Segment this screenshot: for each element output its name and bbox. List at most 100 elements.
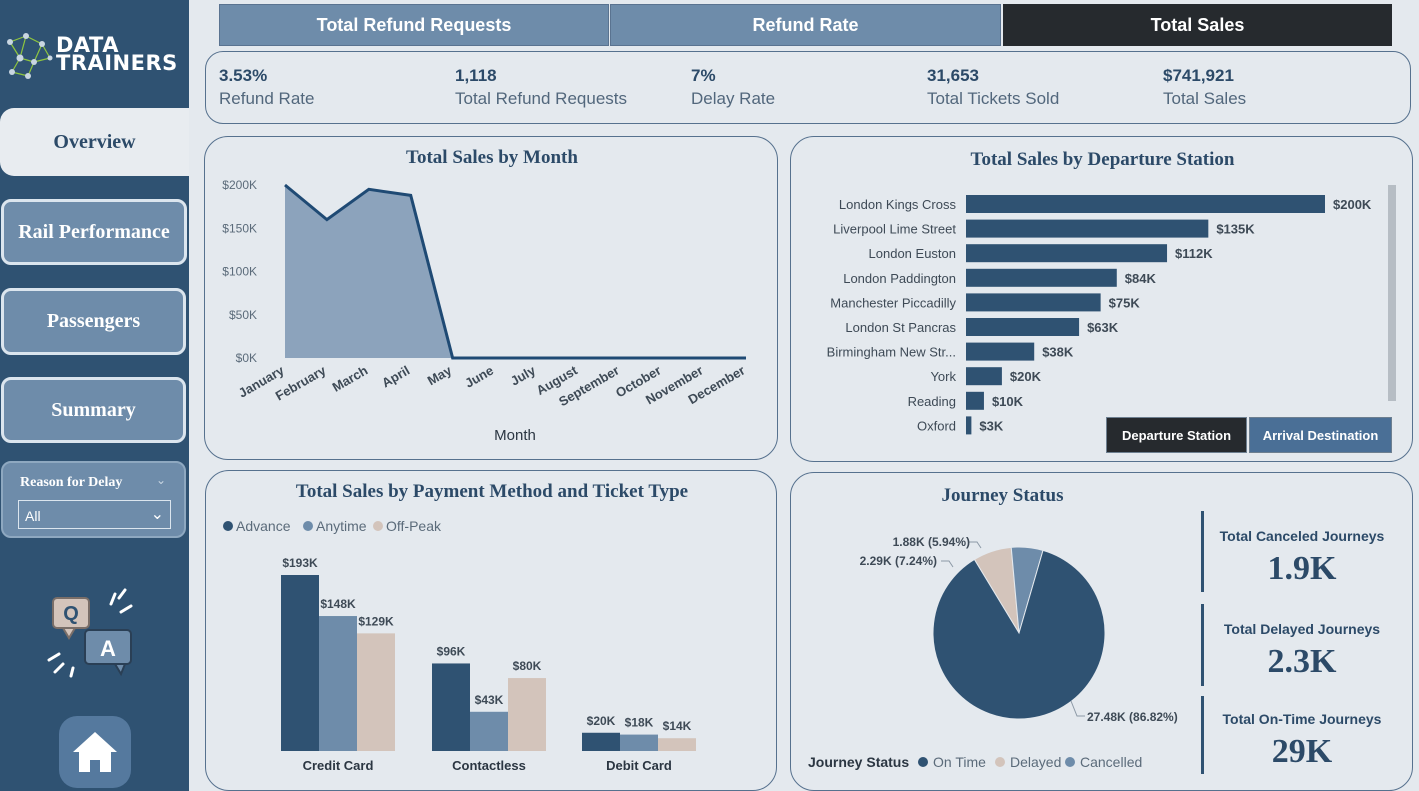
tab-refund-rate[interactable]: Refund Rate [610, 4, 1001, 46]
legend-label: Cancelled [1080, 754, 1142, 770]
data-label: $43K [475, 693, 504, 707]
bar [319, 616, 357, 751]
bar [966, 293, 1101, 312]
data-label: $84K [1125, 271, 1157, 286]
x-tick-label: May [425, 362, 455, 388]
brand-line2: TRAINERS [56, 51, 178, 75]
kpi-value: 7% [691, 66, 716, 85]
card-label: Total Delayed Journeys [1223, 621, 1381, 637]
y-tick-label: $0K [236, 351, 257, 365]
chevron-down-icon[interactable]: ⌄ [156, 473, 166, 487]
nav-passengers-button[interactable]: Passengers [1, 288, 186, 355]
category-label: Liverpool Lime Street [833, 222, 956, 237]
kpi-total-tickets-sold: 31,653 Total Tickets Sold [927, 66, 1059, 109]
legend-title: Journey Status [808, 754, 909, 770]
network-logo-icon [7, 33, 53, 79]
nav-overview-button[interactable]: Overview [0, 108, 189, 176]
bar [357, 633, 395, 751]
data-label: $20K [587, 714, 616, 728]
reason-for-delay-slicer: Reason for Delay ⌄ All ⌄ [1, 461, 186, 538]
bar [966, 416, 972, 435]
kpi-value: 1,118 [455, 66, 497, 85]
sales-by-payment-panel: Total Sales by Payment Method and Ticket… [205, 470, 777, 791]
sales-by-month-panel: Total Sales by Month $0K $50K $100K $150K $2… [204, 136, 778, 460]
category-label: London Euston [869, 246, 956, 261]
data-label: $80K [513, 659, 542, 673]
legend-marker [223, 521, 233, 531]
data-label: $63K [1087, 320, 1119, 335]
card-delayed-journeys: Total Delayed Journeys 2.3K [1202, 621, 1402, 681]
card-ontime-journeys: Total On-Time Journeys 29K [1202, 711, 1402, 771]
category-label: Oxford [917, 418, 956, 433]
category-label: Contactless [452, 758, 526, 773]
data-label: $14K [663, 719, 692, 733]
sales-by-station-chart: London Kings Cross $200K Liverpool Lime St… [827, 195, 1372, 435]
category-label: York [930, 369, 956, 384]
y-tick-label: $150K [222, 221, 257, 235]
home-icon [73, 732, 117, 772]
legend-marker [995, 757, 1005, 767]
legend-label: Delayed [1010, 754, 1061, 770]
slice-label: 27.48K (86.82%) [1087, 710, 1178, 724]
sales-by-station-panel: Total Sales by Departure Station London … [790, 136, 1413, 462]
slice-label: 1.88K (5.94%) [893, 535, 970, 549]
legend-marker [1065, 757, 1075, 767]
tab-total-refund-requests[interactable]: Total Refund Requests [219, 4, 609, 46]
bar [966, 318, 1080, 336]
arrival-destination-toggle[interactable]: Arrival Destination [1249, 417, 1392, 453]
kpi-value: $741,921 [1163, 66, 1234, 85]
data-label: $193K [282, 556, 318, 570]
data-label: $135K [1216, 222, 1255, 237]
leader-line [941, 560, 954, 568]
kpi-delay-rate: 7% Delay Rate [691, 66, 775, 109]
bar [658, 738, 696, 751]
legend-marker [303, 521, 313, 531]
legend-label: Anytime [316, 518, 367, 534]
kpi-label: Total Refund Requests [455, 89, 627, 108]
sales-by-payment-chart: Advance Anytime Off-Peak $193K $148K$129K Cre… [223, 518, 696, 773]
bar [966, 342, 1035, 361]
home-button[interactable] [59, 716, 131, 788]
kpi-total-sales: $741,921 Total Sales [1163, 66, 1246, 109]
bar [508, 678, 546, 751]
legend-label: On Time [933, 754, 986, 770]
x-axis-title: Month [494, 427, 536, 444]
data-label: $18K [625, 716, 654, 730]
sales-by-month-chart: $0K$50K$100K$150K$200KJanuaryFebruary Mar… [222, 178, 747, 444]
category-label: London Kings Cross [839, 197, 957, 212]
nav-rail-performance-button[interactable]: Rail Performance [1, 199, 187, 265]
chart-scrollbar[interactable] [1388, 185, 1396, 401]
kpi-refund-rate: 3.53% Refund Rate [219, 66, 314, 109]
x-tick-label: April [379, 363, 412, 391]
bar [582, 732, 620, 751]
bar [966, 367, 1002, 386]
y-tick-label: $100K [222, 265, 257, 279]
dropdown-value: All [25, 508, 41, 524]
category-label: Debit Card [606, 758, 672, 773]
card-value: 29K [1271, 733, 1333, 770]
data-label: $38K [1042, 345, 1074, 360]
bar [432, 663, 470, 751]
kpi-total-refund-requests: 1,118 Total Refund Requests [455, 66, 627, 109]
category-label: Credit Card [303, 758, 374, 773]
leader-line [1070, 700, 1085, 717]
category-label: Birmingham New Str... [827, 345, 956, 360]
kpi-label: Refund Rate [219, 89, 315, 108]
data-label: $200K [1333, 197, 1372, 212]
departure-station-toggle[interactable]: Departure Station [1106, 417, 1247, 453]
data-label: $20K [1010, 369, 1042, 384]
card-label: Total On-Time Journeys [1222, 711, 1382, 727]
data-label: $10K [992, 394, 1024, 409]
qa-chat-icon[interactable]: Q A [45, 588, 141, 688]
data-label: $96K [437, 644, 466, 658]
bar [470, 711, 508, 751]
brand-logo: DATA TRAINERS [4, 28, 186, 84]
data-label: $3K [979, 418, 1003, 433]
nav-summary-button[interactable]: Summary [1, 377, 186, 443]
tab-total-sales[interactable]: Total Sales [1003, 4, 1392, 46]
reason-for-delay-dropdown[interactable]: All ⌄ [18, 500, 171, 529]
kpi-label: Total Tickets Sold [927, 89, 1060, 108]
data-label: $148K [320, 597, 356, 611]
slice-label: 2.29K (7.24%) [860, 554, 937, 568]
category-label: Reading [908, 394, 956, 409]
